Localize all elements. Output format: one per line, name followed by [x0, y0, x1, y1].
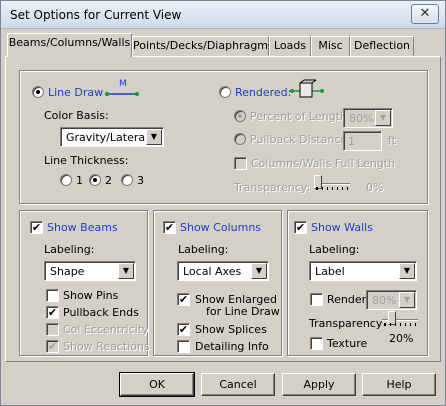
chevron-down-icon: ▼	[399, 292, 415, 308]
color-basis-label: Color Basis:	[44, 109, 109, 122]
show-splices-checkbox[interactable]: ✔	[177, 323, 190, 336]
chevron-down-icon: ▼	[146, 129, 162, 145]
transparency-value: 0%	[366, 181, 384, 194]
title-bar: Set Options for Current View ✕	[1, 1, 445, 29]
show-pins-label: Show Pins	[63, 289, 119, 302]
pullback-distance-radio[interactable]	[234, 133, 246, 145]
window-title: Set Options for Current View	[10, 8, 182, 22]
show-columns-label: Show Columns	[180, 221, 262, 234]
tab-points-decks-diaphragms[interactable]: Points/Decks/Diaphragms	[132, 36, 274, 56]
walls-labeling-label: Labeling:	[309, 243, 360, 256]
line-draw-radio[interactable]	[32, 86, 44, 98]
tab-strip: Beams/Columns/Walls Points/Decks/Diaphra…	[1, 33, 446, 57]
show-beams-label: Show Beams	[47, 221, 118, 234]
rendered-icon	[290, 79, 324, 99]
beams-labeling-select[interactable]: Shape ▼	[44, 261, 136, 281]
percent-length-value: 80%	[349, 112, 374, 125]
tab-misc[interactable]: Misc	[311, 36, 350, 56]
help-button[interactable]: Help	[362, 373, 436, 396]
thickness-radio-2[interactable]	[89, 174, 101, 186]
columns-labeling-label: Labeling:	[178, 243, 229, 256]
walls-transparency-value: 20%	[389, 332, 414, 345]
show-enlarged-label-line2: for Line Draw	[206, 305, 280, 318]
texture-label: Texture	[327, 337, 368, 350]
tab-deflection[interactable]: Deflection	[350, 36, 414, 56]
detailing-info-label: Detailing Info	[195, 340, 269, 353]
thickness-label-3: 3	[137, 174, 144, 187]
full-length-checkbox[interactable]	[234, 157, 247, 170]
rendered-radio[interactable]	[219, 86, 231, 98]
line-thickness-label: Line Thickness:	[44, 154, 129, 167]
show-walls-label: Show Walls	[311, 221, 373, 234]
pullback-distance-value: 1	[348, 135, 355, 148]
show-pins-checkbox[interactable]	[46, 289, 59, 302]
full-length-label: Columns/Walls Full Length	[251, 157, 396, 170]
chevron-down-icon: ▼	[399, 263, 415, 279]
line-draw-icon-label: M	[119, 79, 127, 89]
tab-loads[interactable]: Loads	[269, 36, 311, 56]
texture-checkbox[interactable]	[310, 337, 323, 350]
chevron-down-icon: ▼	[251, 263, 267, 279]
show-splices-label: Show Splices	[195, 323, 267, 336]
pullback-distance-label: Pullback Distance	[250, 133, 348, 146]
options-dialog: Set Options for Current View ✕ Beams/Col…	[0, 0, 446, 406]
walls-labeling-value: Label	[315, 265, 345, 278]
line-draw-label: Line Draw	[48, 86, 104, 99]
pullback-unit: ft	[388, 134, 396, 147]
color-basis-select[interactable]: Gravity/Lateral ▼	[60, 127, 164, 147]
col-eccentricity-label: Col Eccentricity	[63, 323, 149, 336]
percent-length-label: Percent of Length	[250, 110, 347, 123]
color-basis-value: Gravity/Lateral	[66, 131, 149, 144]
chevron-down-icon: ▼	[118, 263, 134, 279]
percent-length-select[interactable]: 80% ▼	[343, 108, 393, 128]
col-eccentricity-checkbox[interactable]	[46, 323, 59, 336]
render-label: Render	[327, 293, 367, 306]
walls-transparency-label: Transparency	[309, 317, 383, 330]
detailing-info-checkbox[interactable]	[177, 340, 190, 353]
pullback-ends-label: Pullback Ends	[63, 306, 139, 319]
render-checkbox[interactable]	[310, 293, 323, 306]
transparency-slider[interactable]	[314, 175, 350, 190]
line-draw-icon: M	[104, 79, 140, 99]
cancel-button[interactable]: Cancel	[201, 373, 275, 396]
render-value: 80%	[372, 294, 397, 307]
show-enlarged-checkbox[interactable]: ✔	[177, 293, 190, 306]
percent-length-radio[interactable]	[234, 110, 246, 122]
thickness-label-2: 2	[105, 174, 112, 187]
pullback-distance-input[interactable]: 1	[343, 131, 382, 151]
beams-labeling-label: Labeling:	[44, 243, 95, 256]
show-beams-checkbox[interactable]: ✔	[30, 221, 43, 234]
thickness-radio-1[interactable]	[60, 174, 72, 186]
chevron-down-icon: ▼	[375, 110, 391, 126]
show-columns-checkbox[interactable]: ✔	[163, 221, 176, 234]
show-reactions-label: Show Reactions	[63, 340, 150, 353]
transparency-label: Transparency:	[234, 181, 311, 194]
columns-labeling-select[interactable]: Local Axes ▼	[177, 261, 269, 281]
thickness-label-1: 1	[76, 174, 83, 187]
pullback-ends-checkbox[interactable]: ✔	[46, 306, 59, 319]
beams-labeling-value: Shape	[50, 265, 85, 278]
columns-labeling-value: Local Axes	[183, 265, 242, 278]
walls-transparency-slider[interactable]	[382, 311, 418, 326]
apply-button[interactable]: Apply	[282, 373, 356, 396]
close-button[interactable]: ✕	[411, 4, 439, 24]
show-walls-checkbox[interactable]: ✔	[294, 221, 307, 234]
show-reactions-checkbox[interactable]: ✔	[46, 340, 59, 353]
ok-button[interactable]: OK	[119, 372, 195, 397]
rendered-label: Rendered:	[235, 86, 292, 99]
render-select[interactable]: 80% ▼	[366, 290, 417, 310]
thickness-radio-3[interactable]	[121, 174, 133, 186]
tab-pane: Line Draw M Rendered: Color Basis: Gravi…	[5, 56, 441, 362]
walls-labeling-select[interactable]: Label ▼	[309, 261, 417, 281]
tab-beams-columns-walls[interactable]: Beams/Columns/Walls	[7, 33, 132, 57]
